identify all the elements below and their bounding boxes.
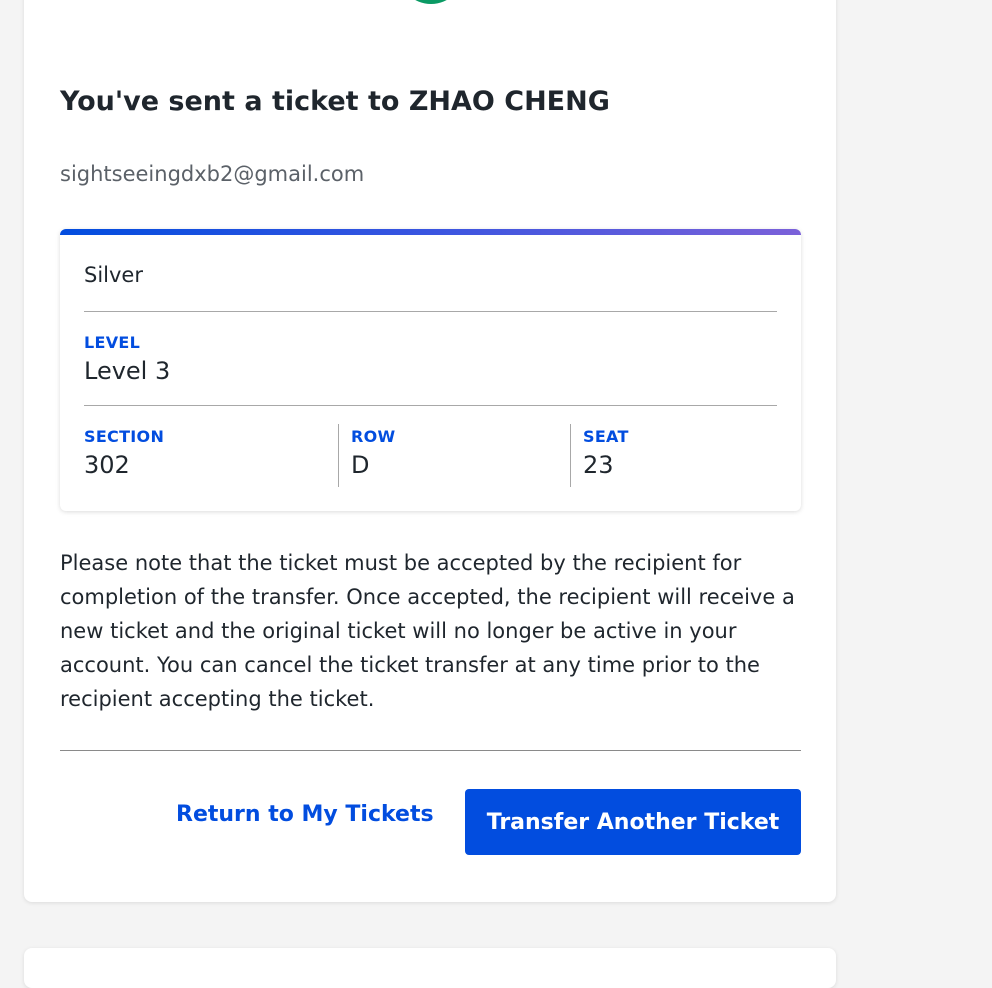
confirmation-title: You've sent a ticket to ZHAO CHENG bbox=[60, 86, 610, 117]
section-label: SECTION bbox=[84, 427, 165, 446]
seat-value: 23 bbox=[583, 451, 614, 479]
confirmation-card: You've sent a ticket to ZHAO CHENG sight… bbox=[24, 0, 836, 902]
transfer-note: Please note that the ticket must be acce… bbox=[60, 551, 795, 711]
recipient-email: sightseeingdxb2@gmail.com bbox=[60, 162, 365, 186]
ticket-type: Silver bbox=[84, 263, 143, 287]
success-badge bbox=[398, 0, 464, 4]
seat-label: SEAT bbox=[583, 427, 629, 446]
row-label: ROW bbox=[351, 427, 396, 446]
next-card bbox=[24, 948, 836, 988]
row-value: D bbox=[351, 451, 370, 479]
column-separator bbox=[338, 424, 339, 487]
level-value: Level 3 bbox=[84, 357, 171, 385]
transfer-another-ticket-button[interactable]: Transfer Another Ticket bbox=[465, 789, 801, 855]
actions-divider bbox=[60, 750, 801, 751]
ticket-divider bbox=[84, 311, 777, 312]
level-label: LEVEL bbox=[84, 333, 141, 352]
section-value: 302 bbox=[84, 451, 130, 479]
ticket-divider bbox=[84, 405, 777, 406]
ticket-card: Silver LEVEL Level 3 SECTION 302 ROW D S… bbox=[60, 229, 801, 511]
return-to-my-tickets-link[interactable]: Return to My Tickets bbox=[176, 802, 434, 827]
column-separator bbox=[570, 424, 571, 487]
ticket-accent-bar bbox=[60, 229, 801, 235]
